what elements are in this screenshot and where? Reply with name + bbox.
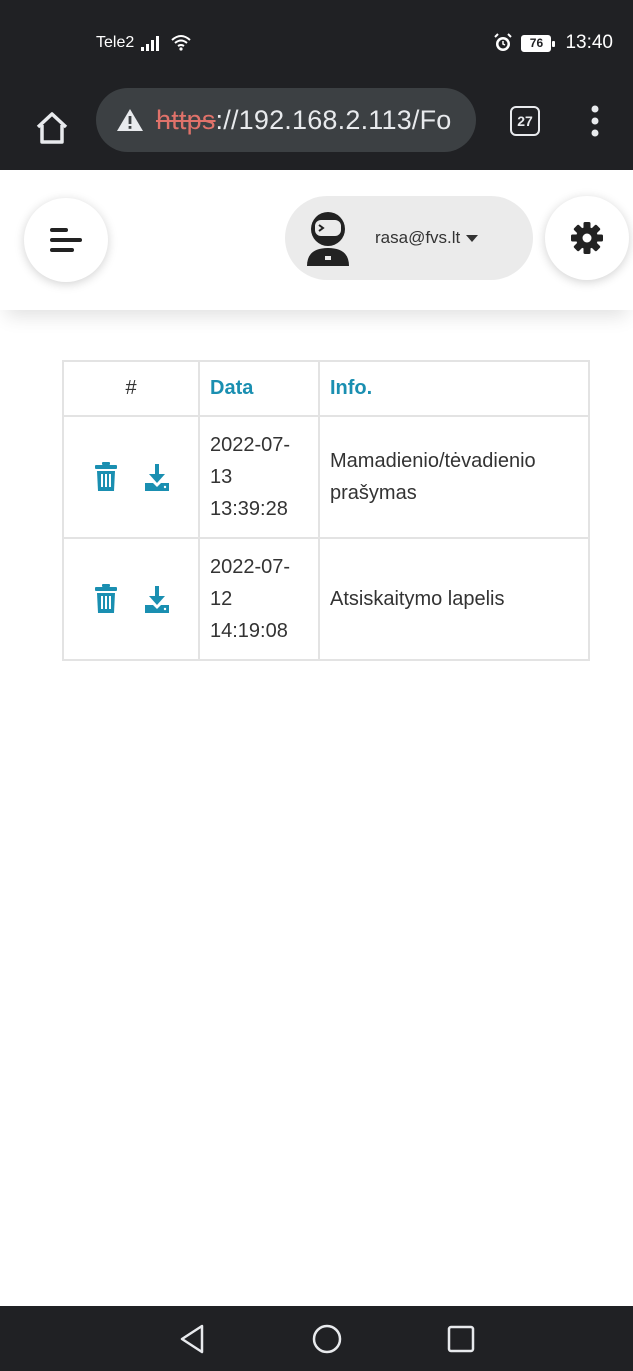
status-bar: Tele2 76 13:40: [0, 0, 633, 88]
warning-icon[interactable]: [116, 108, 144, 132]
alarm-icon: [494, 33, 513, 51]
home-icon[interactable]: [32, 108, 72, 148]
menu-button[interactable]: [24, 198, 108, 282]
user-email: rasa@fvs.lt: [375, 228, 461, 247]
trash-icon[interactable]: [93, 584, 119, 614]
more-vert-icon[interactable]: [590, 104, 600, 138]
settings-button[interactable]: [545, 196, 629, 280]
user-dropdown[interactable]: rasa@fvs.lt: [285, 196, 533, 280]
date-part: 2022-07-: [210, 556, 291, 578]
battery-icon: 76: [521, 34, 556, 52]
row-actions: [62, 537, 200, 661]
avatar-icon: [307, 212, 349, 266]
documents-table: # Data Info. 2022-07- 13 13:39:28 Mamadi…: [62, 360, 590, 661]
wifi-icon: [171, 35, 191, 51]
address-bar[interactable]: https://192.168.2.113/Fo: [96, 88, 476, 152]
url-text: https://192.168.2.113/Fo: [156, 105, 452, 136]
recents-icon[interactable]: [444, 1322, 478, 1356]
row-info: Mamadienio/tėvadienio prašymas: [318, 415, 590, 539]
app-header: rasa@fvs.lt: [0, 170, 633, 310]
table-row: 2022-07- 13 13:39:28 Mamadienio/tėvadien…: [62, 415, 590, 539]
hamburger-menu-icon: [50, 228, 82, 252]
tab-switcher-button[interactable]: 27: [510, 106, 540, 136]
column-header-actions: #: [62, 360, 200, 417]
day-part: 12: [210, 588, 233, 610]
system-nav-bar: [0, 1306, 633, 1371]
back-icon[interactable]: [176, 1322, 210, 1356]
status-left: Tele2: [96, 34, 192, 52]
column-header-date[interactable]: Data: [198, 360, 320, 417]
time-part: 13:39:28: [210, 498, 288, 520]
download-icon[interactable]: [144, 462, 170, 492]
gear-icon: [571, 222, 603, 254]
url-scheme: https: [156, 104, 216, 135]
row-actions: [62, 415, 200, 539]
signal-icon: [141, 36, 160, 51]
row-date: 2022-07- 13 13:39:28: [198, 415, 320, 539]
status-right: 76 13:40: [493, 32, 613, 54]
table-header-row: # Data Info.: [62, 360, 590, 417]
browser-toolbar: https://192.168.2.113/Fo 27: [0, 88, 633, 170]
download-icon[interactable]: [144, 584, 170, 614]
table-row: 2022-07- 12 14:19:08 Atsiskaitymo lapeli…: [62, 537, 590, 661]
date-part: 2022-07-: [210, 434, 291, 456]
home-circle-icon[interactable]: [310, 1322, 344, 1356]
row-date: 2022-07- 12 14:19:08: [198, 537, 320, 661]
column-header-info[interactable]: Info.: [318, 360, 590, 417]
caret-down-icon: [466, 234, 479, 242]
carrier-label: Tele2: [96, 34, 135, 51]
row-info: Atsiskaitymo lapelis: [318, 537, 590, 661]
time-part: 14:19:08: [210, 620, 288, 642]
day-part: 13: [210, 466, 233, 488]
clock: 13:40: [565, 32, 613, 53]
url-host: ://192.168.2.113/Fo: [215, 104, 452, 135]
trash-icon[interactable]: [93, 462, 119, 492]
